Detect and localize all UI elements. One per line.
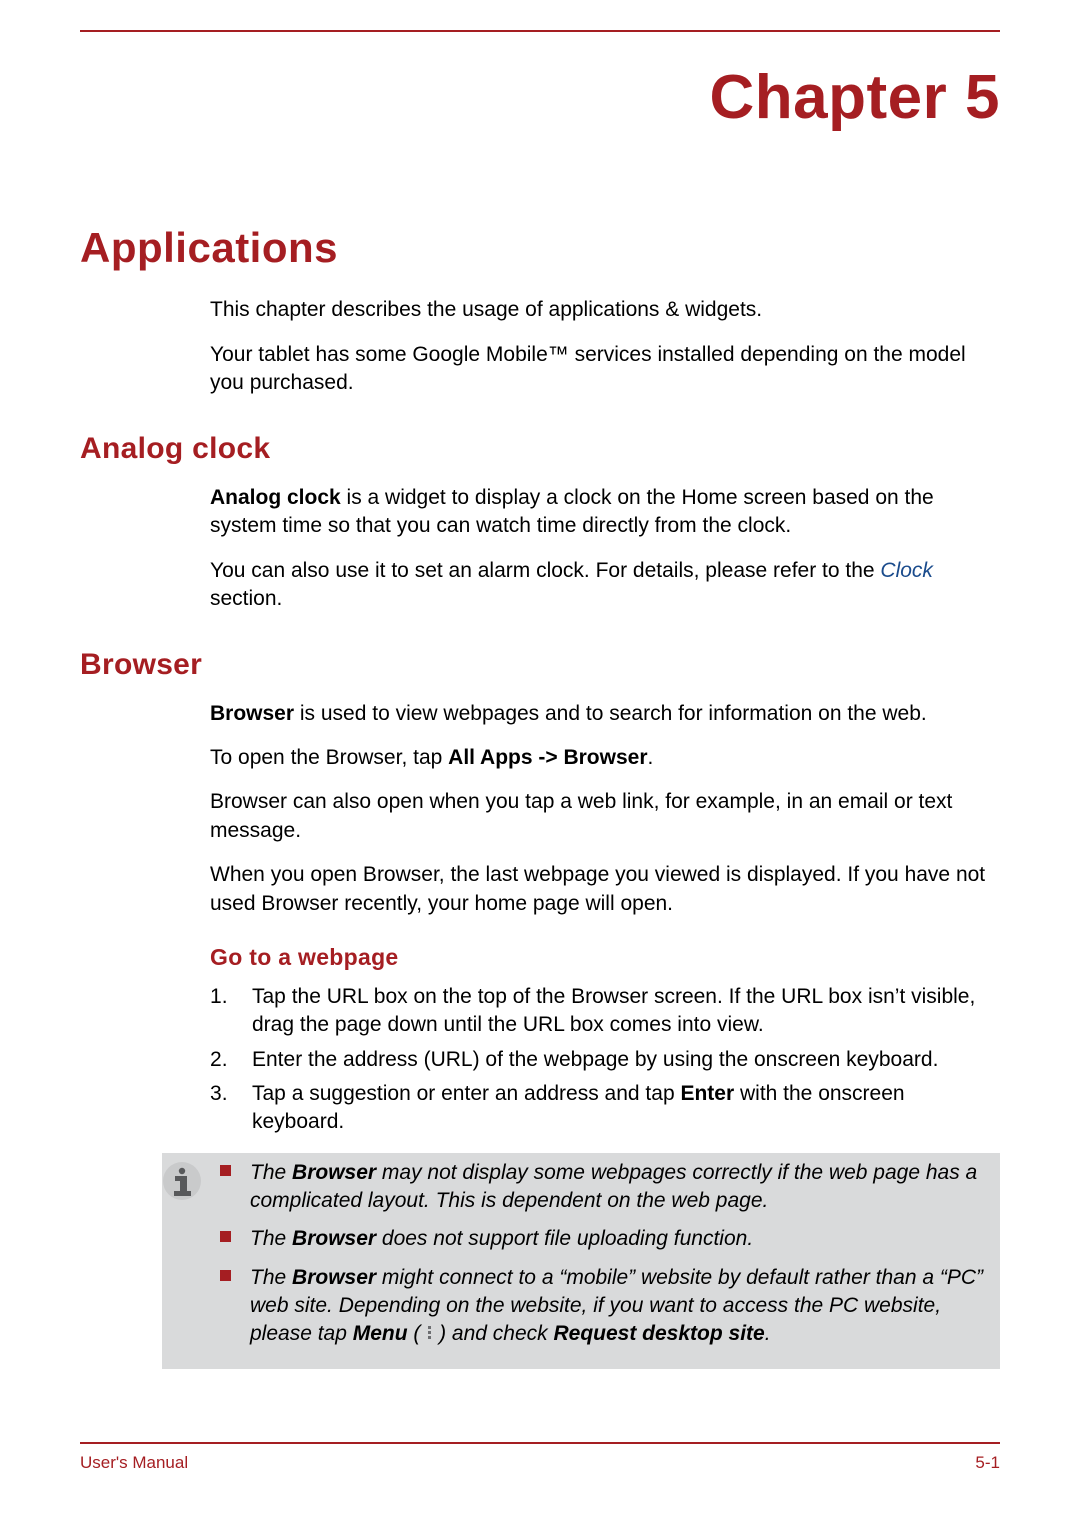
- subsubsection-go-to-webpage: Go to a webpage: [210, 942, 1000, 973]
- footer: User's Manual 5-1: [80, 1442, 1000, 1475]
- note-block: The Browser may not display some webpage…: [162, 1153, 1000, 1369]
- note-list: The Browser may not display some webpage…: [220, 1159, 986, 1359]
- analog-clock-lead: Analog clock: [210, 486, 341, 509]
- analog-clock-p2-post: section.: [210, 587, 282, 610]
- browser-p2-pre: To open the Browser, tap: [210, 746, 448, 769]
- goto-step-3: Tap a suggestion or enter an address and…: [210, 1080, 1000, 1137]
- intro-para-2: Your tablet has some Google Mobile™ serv…: [210, 341, 1000, 398]
- footer-rule: [80, 1442, 1000, 1444]
- subsection-analog-clock: Analog clock: [80, 429, 1000, 470]
- browser-rest: is used to view webpages and to search f…: [294, 702, 927, 725]
- chapter-title: Chapter 5: [80, 56, 1000, 140]
- footer-right: 5-1: [975, 1452, 1000, 1475]
- n3-bold3: Request desktop site: [553, 1322, 764, 1345]
- n3-mid2: (: [408, 1322, 427, 1345]
- n2-bold: Browser: [292, 1227, 376, 1250]
- goto-steps: Tap the URL box on the top of the Browse…: [210, 983, 1000, 1137]
- goto-step-1: Tap the URL box on the top of the Browse…: [210, 983, 1000, 1040]
- browser-block: Browser is used to view webpages and to …: [210, 700, 1000, 918]
- browser-p2-post: .: [648, 746, 654, 769]
- n1-pre: The: [250, 1161, 292, 1184]
- footer-left: User's Manual: [80, 1452, 188, 1475]
- analog-clock-p2-pre: You can also use it to set an alarm cloc…: [210, 559, 880, 582]
- browser-lead: Browser: [210, 702, 294, 725]
- n2-post: does not support file uploading function…: [376, 1227, 753, 1250]
- intro-block: This chapter describes the usage of appl…: [210, 296, 1000, 397]
- browser-p2-bold: All Apps -> Browser: [448, 746, 647, 769]
- intro-para-1: This chapter describes the usage of appl…: [210, 296, 1000, 324]
- goto-step3-bold: Enter: [680, 1082, 734, 1105]
- info-icon: [162, 1161, 210, 1201]
- n3-bold2: Menu: [353, 1322, 408, 1345]
- n1-bold: Browser: [292, 1161, 376, 1184]
- analog-clock-para-2: You can also use it to set an alarm cloc…: [210, 557, 1000, 614]
- analog-clock-block: Analog clock is a widget to display a cl…: [210, 484, 1000, 613]
- footer-row: User's Manual 5-1: [80, 1452, 1000, 1475]
- browser-para-4: When you open Browser, the last webpage …: [210, 861, 1000, 918]
- analog-clock-para-1: Analog clock is a widget to display a cl…: [210, 484, 1000, 541]
- clock-link[interactable]: Clock: [880, 559, 933, 582]
- browser-para-1: Browser is used to view webpages and to …: [210, 700, 1000, 728]
- page: Chapter 5 Applications This chapter desc…: [0, 0, 1080, 1369]
- goto-step3-pre: Tap a suggestion or enter an address and…: [252, 1082, 680, 1105]
- top-rule: [80, 30, 1000, 32]
- note-item-3: The Browser might connect to a “mobile” …: [220, 1264, 986, 1349]
- n2-pre: The: [250, 1227, 292, 1250]
- browser-para-2: To open the Browser, tap All Apps -> Bro…: [210, 744, 1000, 772]
- note-item-2: The Browser does not support file upload…: [220, 1225, 986, 1253]
- note-item-1: The Browser may not display some webpage…: [220, 1159, 986, 1216]
- section-heading-applications: Applications: [80, 220, 1000, 277]
- n3-pre: The: [250, 1266, 292, 1289]
- browser-para-3: Browser can also open when you tap a web…: [210, 788, 1000, 845]
- goto-step-2: Enter the address (URL) of the webpage b…: [210, 1046, 1000, 1074]
- subsection-browser: Browser: [80, 645, 1000, 686]
- n3-post: .: [765, 1322, 771, 1345]
- n3-mid3: ) and check: [433, 1322, 553, 1345]
- n3-bold1: Browser: [292, 1266, 376, 1289]
